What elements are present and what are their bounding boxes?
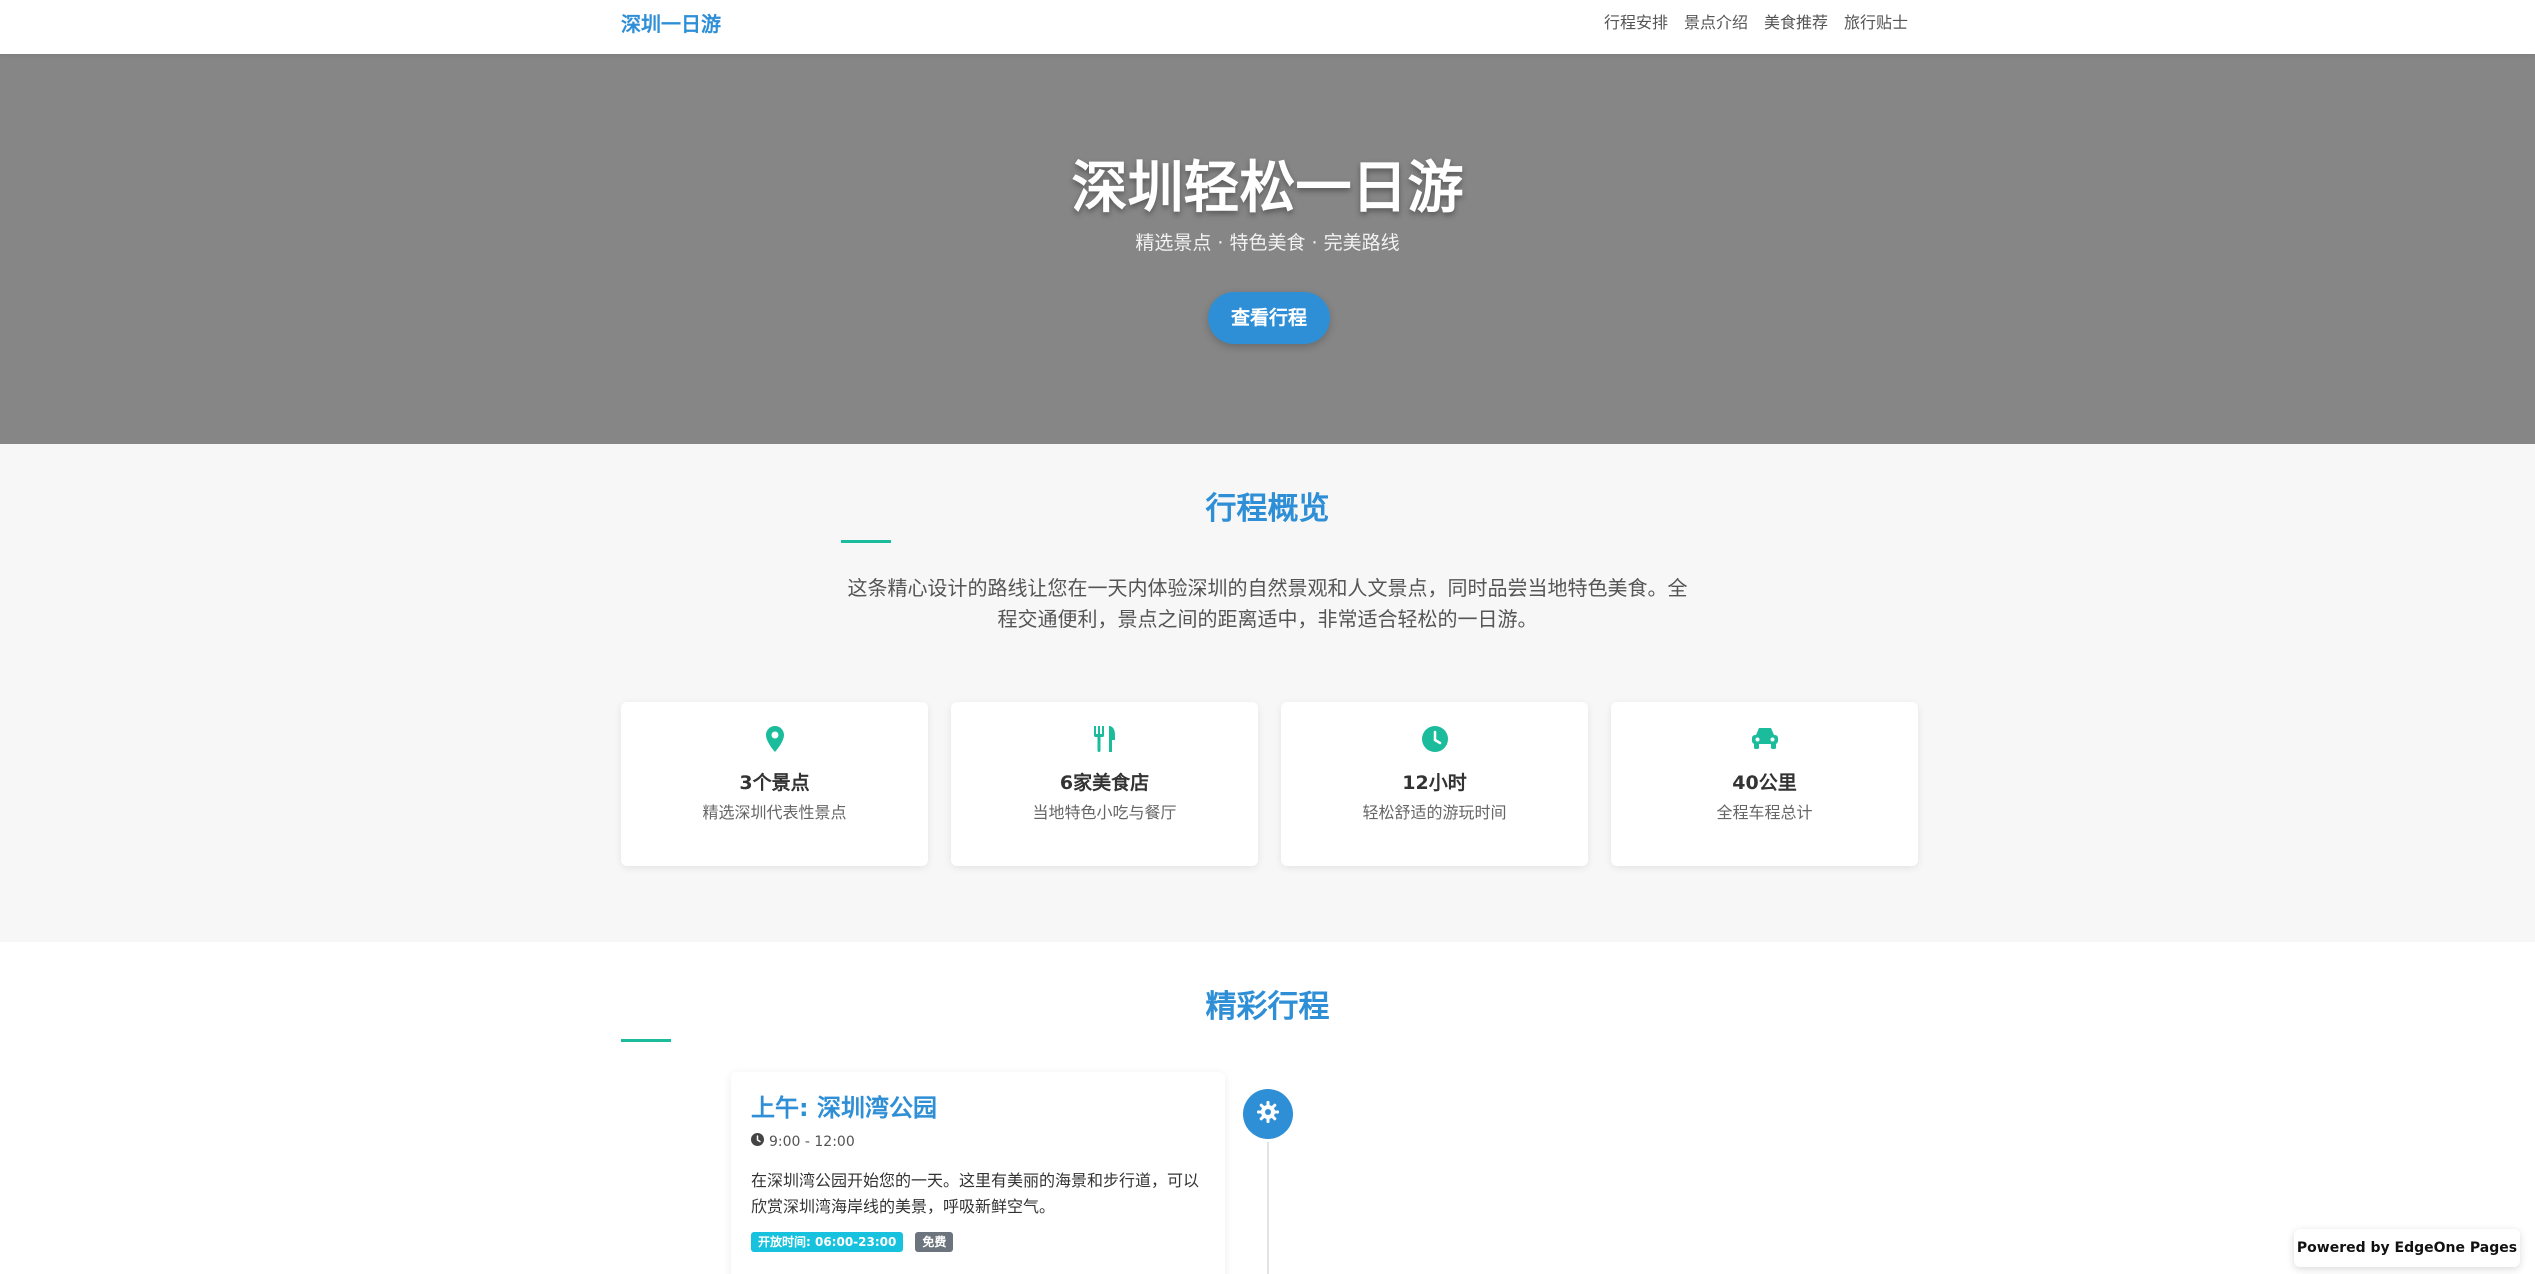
nav-links: 行程安排 景点介绍 美食推荐 旅行贴士 xyxy=(1604,12,1908,34)
gear-icon xyxy=(1256,1100,1280,1128)
itinerary-card-tags: 开放时间: 06:00-23:00 免费 xyxy=(751,1232,954,1252)
stat-card-title: 6家美食店 xyxy=(1059,772,1150,794)
itinerary-card-description: 在深圳湾公园开始您的一天。这里有美丽的海景和步行道，可以欣赏深圳湾海岸线的美景，… xyxy=(751,1171,1200,1216)
itinerary-card-time: 9:00 - 12:00 xyxy=(751,1132,855,1152)
utensils-icon xyxy=(951,726,1258,756)
itinerary-title-underline xyxy=(621,1039,671,1042)
itinerary-time-text: 9:00 - 12:00 xyxy=(769,1134,855,1150)
stat-card-attractions: 3个景点 精选深圳代表性景点 xyxy=(621,702,928,866)
stat-card-title: 12小时 xyxy=(1402,772,1467,794)
nav-link-tips[interactable]: 旅行贴士 xyxy=(1844,12,1908,34)
view-itinerary-button[interactable]: 查看行程 xyxy=(1208,292,1330,344)
car-icon xyxy=(1611,726,1918,756)
overview-description: 这条精心设计的路线让您在一天内体验深圳的自然景观和人文景点，同时品尝当地特色美食… xyxy=(847,576,1688,631)
overview-section: 行程概览 这条精心设计的路线让您在一天内体验深圳的自然景观和人文景点，同时品尝当… xyxy=(0,444,2535,942)
clock-icon xyxy=(751,1132,764,1152)
itinerary-title: 精彩行程 xyxy=(1205,989,1330,1025)
hero-subtitle: 精选景点 · 特色美食 · 完美路线 xyxy=(1135,232,1400,254)
hero-title: 深圳轻松一日游 xyxy=(1071,156,1464,221)
stat-card-desc: 全程车程总计 xyxy=(1716,803,1813,822)
opening-hours-badge: 开放时间: 06:00-23:00 xyxy=(751,1232,904,1252)
free-badge: 免费 xyxy=(915,1232,954,1252)
stat-card-desc: 当地特色小吃与餐厅 xyxy=(1032,803,1177,822)
overview-title-underline xyxy=(841,540,891,543)
nav-link-food[interactable]: 美食推荐 xyxy=(1764,12,1828,34)
stat-card-distance: 40公里 全程车程总计 xyxy=(1611,702,1918,866)
map-marker-icon xyxy=(621,726,928,756)
itinerary-section: 精彩行程 上午: 深圳湾公园 9:00 - 12:00 在深圳湾公园开始您的一天… xyxy=(0,942,2535,1274)
stat-card-duration: 12小时 轻松舒适的游玩时间 xyxy=(1281,702,1588,866)
stat-card-restaurants: 6家美食店 当地特色小吃与餐厅 xyxy=(951,702,1258,866)
timeline-marker xyxy=(1243,1089,1293,1139)
stat-card-title: 3个景点 xyxy=(739,772,810,794)
powered-by-badge[interactable]: Powered by EdgeOne Pages xyxy=(2294,1229,2520,1267)
stat-card-title: 40公里 xyxy=(1732,772,1797,794)
nav-link-attractions[interactable]: 景点介绍 xyxy=(1684,12,1748,34)
brand-logo-link[interactable]: 深圳一日游 xyxy=(621,10,721,38)
itinerary-card-morning: 上午: 深圳湾公园 9:00 - 12:00 在深圳湾公园开始您的一天。这里有美… xyxy=(731,1072,1225,1274)
top-navbar: 深圳一日游 行程安排 景点介绍 美食推荐 旅行贴士 xyxy=(0,0,2535,54)
stat-card-desc: 精选深圳代表性景点 xyxy=(702,803,847,822)
stat-card-desc: 轻松舒适的游玩时间 xyxy=(1362,803,1507,822)
hero-banner: 深圳轻松一日游 精选景点 · 特色美食 · 完美路线 查看行程 xyxy=(0,54,2535,444)
itinerary-card-title: 上午: 深圳湾公园 xyxy=(751,1094,937,1122)
nav-link-schedule[interactable]: 行程安排 xyxy=(1604,12,1668,34)
overview-cards: 3个景点 精选深圳代表性景点 6家美食店 当地特色小吃与餐厅 12小时 轻松舒适… xyxy=(621,702,1918,866)
overview-title: 行程概览 xyxy=(1205,491,1330,527)
clock-icon xyxy=(1281,726,1588,756)
